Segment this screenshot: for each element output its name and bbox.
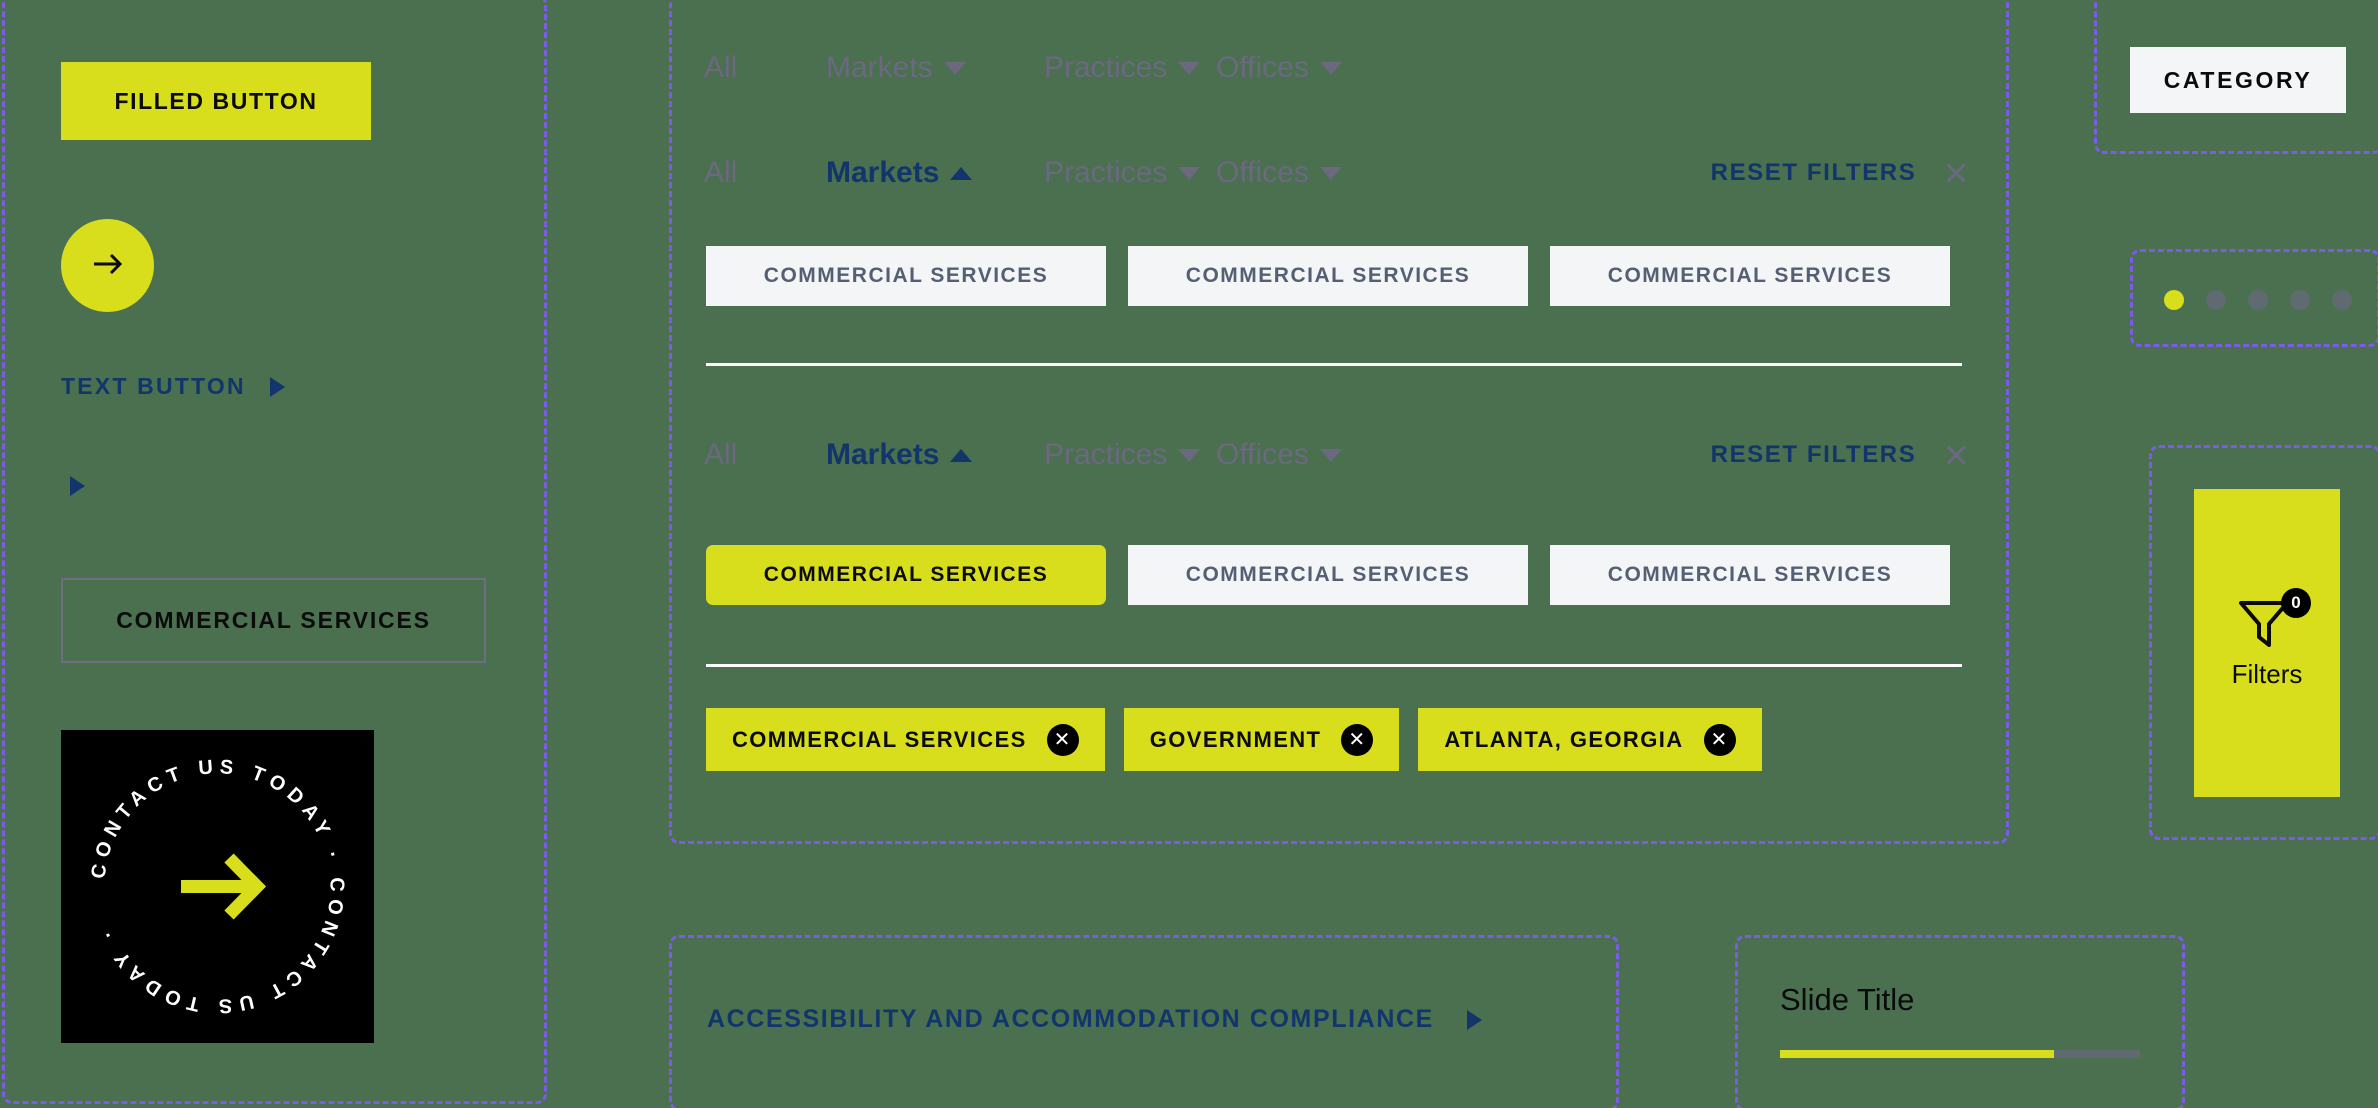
filled-button[interactable]: FILLED BUTTON	[61, 62, 371, 140]
close-icon[interactable]: ✕	[1703, 723, 1736, 756]
slide-progress-fill	[1780, 1050, 2054, 1058]
selected-tags-row: COMMERCIAL SERVICES ✕ GOVERNMENT ✕ ATLAN…	[706, 708, 1762, 771]
close-icon[interactable]: ✕	[1046, 723, 1079, 756]
tag-label: GOVERNMENT	[1149, 726, 1322, 752]
filters-count-badge: 0	[2281, 588, 2311, 618]
filter-label: All	[704, 51, 738, 84]
chip-row-unselected: COMMERCIAL SERVICES COMMERCIAL SERVICES …	[706, 246, 1950, 306]
filter-markets-a[interactable]: Markets	[826, 156, 1044, 190]
filter-bar-b: All Markets Practices Offices RESET FILT…	[704, 433, 1974, 477]
chevron-down-icon	[1178, 448, 1201, 462]
filter-all-inactive[interactable]: All	[704, 51, 826, 85]
filter-practices-b[interactable]: Practices	[1044, 438, 1216, 472]
filter-all-b[interactable]: All	[704, 438, 826, 472]
chevron-down-icon	[943, 61, 966, 75]
filter-label: Practices	[1044, 156, 1168, 189]
tag-label: ATLANTA, GEORGIA	[1444, 726, 1684, 752]
filter-label: Offices	[1216, 51, 1309, 84]
filter-label: All	[704, 156, 738, 189]
filter-all-a[interactable]: All	[704, 156, 826, 190]
tag-atlanta-georgia[interactable]: ATLANTA, GEORGIA ✕	[1418, 708, 1762, 771]
pagination-dot-2[interactable]	[2206, 290, 2226, 310]
chevron-up-icon	[950, 166, 973, 180]
close-icon[interactable]: ✕	[1938, 157, 1974, 190]
filter-bar-a: All Markets Practices Offices RESET FILT…	[704, 151, 1974, 195]
filters-label: Filters	[2231, 659, 2303, 689]
pagination-dots	[2164, 290, 2352, 310]
chip-row-selected: COMMERCIAL SERVICES COMMERCIAL SERVICES …	[706, 545, 1950, 605]
slide-title: Slide Title	[1780, 982, 1915, 1017]
category-badge[interactable]: CATEGORY	[2130, 47, 2346, 113]
triangle-right-icon	[269, 376, 285, 397]
reset-filters-group: RESET FILTERS ✕	[1711, 439, 1974, 472]
filter-label: Offices	[1216, 156, 1309, 189]
tag-label: COMMERCIAL SERVICES	[732, 726, 1027, 752]
chevron-down-icon	[1319, 448, 1342, 462]
circle-arrow-button[interactable]	[61, 219, 154, 312]
filter-offices-b[interactable]: Offices	[1216, 438, 1388, 472]
icon-only-triangle-button[interactable]	[70, 476, 85, 496]
filter-practices-inactive[interactable]: Practices	[1044, 51, 1216, 85]
filter-label: Markets	[826, 51, 933, 84]
chevron-down-icon	[1178, 166, 1201, 180]
contact-us-badge[interactable]: CONTACT US TODAY · CONTACT US TODAY ·	[61, 730, 374, 1043]
accordion-label: ACCESSIBILITY AND ACCOMMODATION COMPLIAN…	[707, 1005, 1434, 1033]
reset-filters-button-a[interactable]: RESET FILTERS	[1711, 159, 1917, 187]
chip-commercial-services[interactable]: COMMERCIAL SERVICES	[1128, 545, 1528, 605]
filter-label: Markets	[826, 156, 940, 189]
outline-button[interactable]: COMMERCIAL SERVICES	[61, 578, 486, 663]
close-icon[interactable]: ✕	[1341, 723, 1374, 756]
chip-commercial-services[interactable]: COMMERCIAL SERVICES	[706, 246, 1106, 306]
reset-filters-group: RESET FILTERS ✕	[1711, 157, 1974, 190]
slide-progress-track[interactable]	[1780, 1050, 2140, 1058]
chip-commercial-services[interactable]: COMMERCIAL SERVICES	[1128, 246, 1528, 306]
filters-button[interactable]: 0 Filters	[2194, 489, 2340, 797]
slide-guide-frame	[1735, 935, 2185, 1108]
filter-label: Practices	[1044, 51, 1168, 84]
triangle-right-icon	[1466, 1009, 1482, 1030]
text-button-label: TEXT BUTTON	[61, 373, 246, 399]
pagination-dot-4[interactable]	[2290, 290, 2310, 310]
filter-label: Offices	[1216, 438, 1309, 471]
chevron-down-icon	[1319, 61, 1342, 75]
filter-offices-a[interactable]: Offices	[1216, 156, 1388, 190]
filter-offices-inactive[interactable]: Offices	[1216, 51, 1388, 85]
divider	[706, 363, 1962, 366]
filter-markets-b[interactable]: Markets	[826, 438, 1044, 472]
chip-commercial-services[interactable]: COMMERCIAL SERVICES	[1550, 246, 1950, 306]
chip-commercial-services-selected[interactable]: COMMERCIAL SERVICES	[706, 545, 1106, 605]
triangle-right-icon	[70, 476, 85, 496]
pagination-dot-1[interactable]	[2164, 290, 2184, 310]
filter-markets-inactive[interactable]: Markets	[826, 51, 1044, 85]
arrow-right-icon	[87, 243, 129, 288]
pagination-dot-5[interactable]	[2332, 290, 2352, 310]
chevron-up-icon	[950, 448, 973, 462]
text-button[interactable]: TEXT BUTTON	[61, 373, 285, 400]
close-icon[interactable]: ✕	[1938, 439, 1974, 472]
filter-bar-inactive: All Markets Practices Offices	[704, 46, 1974, 90]
pagination-dot-3[interactable]	[2248, 290, 2268, 310]
filter-practices-a[interactable]: Practices	[1044, 156, 1216, 190]
divider	[706, 664, 1962, 667]
chevron-down-icon	[1319, 166, 1342, 180]
chevron-down-icon	[1178, 61, 1201, 75]
reset-filters-button-b[interactable]: RESET FILTERS	[1711, 441, 1917, 469]
filter-label: Practices	[1044, 438, 1168, 471]
tag-commercial-services[interactable]: COMMERCIAL SERVICES ✕	[706, 708, 1105, 771]
tag-government[interactable]: GOVERNMENT ✕	[1123, 708, 1400, 771]
funnel-icon: 0	[2235, 588, 2311, 650]
filter-label: Markets	[826, 438, 940, 471]
filter-label: All	[704, 438, 738, 471]
design-system-canvas: FILLED BUTTON TEXT BUTTON COMMERCIAL SER…	[0, 0, 2378, 1108]
chip-commercial-services[interactable]: COMMERCIAL SERVICES	[1550, 545, 1950, 605]
arrow-right-icon	[181, 853, 267, 920]
accordion-accessibility-compliance[interactable]: ACCESSIBILITY AND ACCOMMODATION COMPLIAN…	[707, 1005, 1482, 1034]
